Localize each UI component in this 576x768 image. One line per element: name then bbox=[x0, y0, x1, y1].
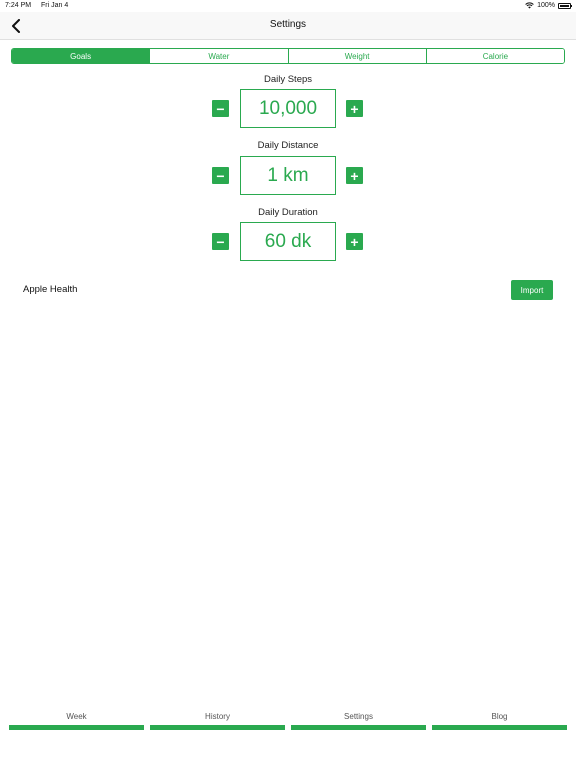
tab-blog[interactable]: Blog bbox=[432, 708, 567, 732]
tab-blog-indicator bbox=[432, 725, 567, 730]
daily-distance-decrement-button[interactable]: − bbox=[212, 167, 229, 184]
daily-distance-value: 1 km bbox=[240, 156, 336, 195]
tab-settings-label: Settings bbox=[344, 712, 373, 721]
segment-calorie[interactable]: Calorie bbox=[425, 49, 564, 63]
daily-steps-decrement-button[interactable]: − bbox=[212, 100, 229, 117]
daily-duration-decrement-button[interactable]: − bbox=[212, 233, 229, 250]
settings-segmented-control: Goals Water Weight Calorie bbox=[11, 48, 565, 64]
tab-history-indicator bbox=[150, 725, 285, 730]
tab-history[interactable]: History bbox=[150, 708, 285, 732]
segment-goals[interactable]: Goals bbox=[12, 49, 150, 63]
daily-steps-label: Daily Steps bbox=[263, 74, 313, 85]
bottom-tab-bar: Week History Settings Blog bbox=[0, 708, 576, 734]
daily-duration-label: Daily Duration bbox=[258, 207, 318, 218]
tab-blog-label: Blog bbox=[491, 712, 508, 721]
daily-distance-increment-button[interactable]: + bbox=[346, 167, 363, 184]
segment-weight[interactable]: Weight bbox=[287, 49, 426, 63]
status-right: 100% bbox=[525, 2, 572, 9]
daily-duration-increment-button[interactable]: + bbox=[346, 233, 363, 250]
status-date: Fri Jan 4 bbox=[41, 2, 69, 9]
status-left: 7:24 PM Fri Jan 4 bbox=[5, 2, 76, 9]
page-title: Settings bbox=[269, 19, 307, 30]
daily-duration-value: 60 dk bbox=[240, 222, 336, 261]
import-button[interactable]: Import bbox=[511, 280, 553, 300]
apple-health-row: Apple Health Import bbox=[0, 280, 576, 300]
daily-distance-goal: Daily Distance − 1 km + bbox=[0, 139, 576, 199]
tab-week[interactable]: Week bbox=[9, 708, 144, 732]
status-time: 7:24 PM bbox=[5, 2, 32, 9]
battery-icon bbox=[558, 2, 572, 9]
tab-settings[interactable]: Settings bbox=[291, 708, 426, 732]
tab-settings-indicator bbox=[291, 725, 426, 730]
wifi-icon bbox=[525, 2, 534, 9]
tab-history-label: History bbox=[205, 712, 230, 721]
daily-distance-label: Daily Distance bbox=[257, 140, 319, 151]
navigation-bar: Settings bbox=[0, 12, 576, 40]
battery-percent: 100% bbox=[537, 2, 555, 9]
tab-week-label: Week bbox=[66, 712, 87, 721]
apple-health-label: Apple Health bbox=[23, 284, 78, 295]
segment-water[interactable]: Water bbox=[149, 49, 288, 63]
daily-steps-goal: Daily Steps − 10,000 + bbox=[0, 73, 576, 133]
daily-duration-goal: Daily Duration − 60 dk + bbox=[0, 206, 576, 266]
daily-steps-value: 10,000 bbox=[240, 89, 336, 128]
daily-steps-increment-button[interactable]: + bbox=[346, 100, 363, 117]
status-bar: 7:24 PM Fri Jan 4 100% bbox=[0, 0, 576, 12]
tab-week-indicator bbox=[9, 725, 144, 730]
